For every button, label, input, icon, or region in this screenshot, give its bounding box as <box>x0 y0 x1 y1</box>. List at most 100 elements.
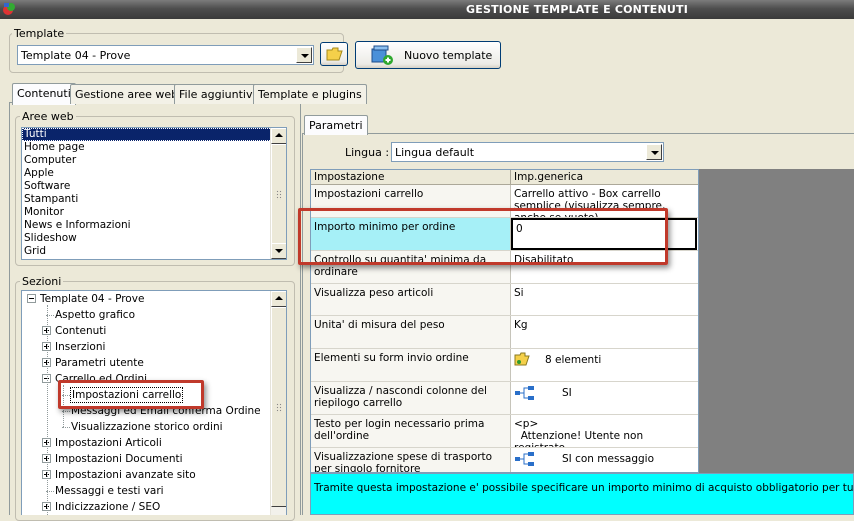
lingua-select[interactable]: Lingua default <box>391 142 664 162</box>
grid-row[interactable]: Visualizzazione spese di trasporto per s… <box>311 448 698 472</box>
list-item[interactable]: News e Informazioni <box>22 219 286 232</box>
grid-cell-value[interactable]: <p> Attenzione! Utente non registrato. <box>511 415 697 447</box>
tab-label: Parametri <box>309 119 363 132</box>
app-icon <box>3 3 15 15</box>
list-item[interactable]: Home page <box>22 141 286 154</box>
tree-item[interactable]: Impostazioni avanzate sito <box>22 467 270 483</box>
tree-item[interactable]: Template 04 - Prove <box>22 291 270 307</box>
window-title: GESTIONE TEMPLATE E CONTENUTI <box>466 3 689 16</box>
tree-guide <box>47 305 48 515</box>
lingua-select-value: Lingua default <box>395 146 475 159</box>
description-panel: Tramite questa impostazione e' possibile… <box>310 473 854 515</box>
tab-label: File aggiuntivi <box>179 88 256 101</box>
grid-row[interactable]: Testo per login necessario prima dell'or… <box>311 415 698 448</box>
tree-item[interactable]: Parametri utente <box>22 355 270 371</box>
lingua-label: Lingua : <box>345 146 390 159</box>
tree-item-label: Template 04 - Prove <box>40 293 145 305</box>
scroll-thumb[interactable] <box>271 307 286 507</box>
tab-gestione-aree-web[interactable]: Gestione aree web <box>70 84 184 104</box>
tree-item[interactable]: Inserzioni <box>22 339 270 355</box>
grid-cell-value-text: 8 elementi <box>545 354 602 366</box>
title-bar: GESTIONE TEMPLATE E CONTENUTI <box>0 0 854 19</box>
grid-empty-area <box>699 169 854 473</box>
grid-row[interactable]: Visualizza / nascondi colonne del riepil… <box>311 382 698 415</box>
grid-cell-setting: Visualizzazione spese di trasporto per s… <box>311 448 511 472</box>
tree-item-label: Parametri utente <box>55 357 144 369</box>
chevron-down-icon[interactable] <box>646 144 662 160</box>
tab-file-aggiuntivi[interactable]: File aggiuntivi <box>174 84 261 104</box>
list-item[interactable]: Stampanti <box>22 193 286 206</box>
tree-structure-icon[interactable] <box>514 451 538 470</box>
grid-cell-value-text: SI con messaggio <box>562 453 655 465</box>
grid-cell-value[interactable]: SI <box>511 382 697 414</box>
tree-connector <box>62 427 70 428</box>
template-select[interactable]: Template 04 - Prove <box>17 45 314 65</box>
tree-item[interactable]: Impostazioni Documenti <box>22 451 270 467</box>
tab-parametri[interactable]: Parametri <box>304 115 368 135</box>
grid-row[interactable]: Visualizza peso articoli Si <box>311 284 698 316</box>
sezioni-legend: Sezioni <box>20 275 64 288</box>
grid-header-impostazione[interactable]: Impostazione <box>311 170 511 185</box>
grid-cell-value[interactable]: SI con messaggio <box>511 448 697 472</box>
folder-icon[interactable] <box>514 352 530 370</box>
tree-structure-icon[interactable] <box>514 385 538 404</box>
new-template-label: Nuovo template <box>404 49 493 62</box>
grid-cell-value-text: SI <box>562 387 572 399</box>
scroll-down-button[interactable] <box>271 243 286 259</box>
tree-item-label: Impostazioni avanzate sito <box>55 469 196 481</box>
template-select-value: Template 04 - Prove <box>21 49 131 62</box>
aree-web-list[interactable]: Tutti Home page Computer Apple Software Stamp… <box>21 127 287 260</box>
aree-web-legend: Aree web <box>20 110 76 123</box>
list-item[interactable]: Monitor <box>22 206 286 219</box>
tree-item[interactable]: Impostazioni Articoli <box>22 435 270 451</box>
grid-cell-value[interactable]: 8 elementi <box>511 349 697 381</box>
grid-row[interactable]: Unita' di misura del peso Kg <box>311 316 698 349</box>
template-legend: Template <box>12 27 67 40</box>
scroll-thumb[interactable] <box>271 144 286 245</box>
collapse-minus-icon[interactable] <box>27 294 36 303</box>
grip-icon <box>276 403 282 413</box>
list-item[interactable]: Software <box>22 180 286 193</box>
open-folder-button[interactable] <box>320 42 348 66</box>
tab-label: Gestione aree web <box>75 88 179 101</box>
list-item[interactable]: Grid <box>22 245 286 258</box>
grid-row[interactable]: Elementi su form invio ordine 8 elementi <box>311 349 698 382</box>
tab-label: Contenuti <box>17 87 71 100</box>
tree-item-label: Inserzioni <box>55 341 106 353</box>
grid-cell-value-text: Kg <box>514 319 528 331</box>
grid-cell-setting: Unita' di misura del peso <box>311 316 511 348</box>
tree-item[interactable]: Contenuti <box>22 323 270 339</box>
highlight-impostazioni-carrello <box>58 380 204 409</box>
scroll-up-button[interactable] <box>271 128 286 144</box>
list-item[interactable]: Tutti <box>22 128 286 141</box>
aree-web-items: Tutti Home page Computer Apple Software Stamp… <box>22 128 286 258</box>
tree-item[interactable]: Visualizzazione storico ordini <box>22 419 270 435</box>
list-item[interactable]: Slideshow <box>22 232 286 245</box>
new-template-icon <box>371 45 393 65</box>
tree-item[interactable]: Messaggi e testi vari <box>22 483 270 499</box>
aree-web-scrollbar[interactable] <box>270 128 286 259</box>
tab-template-plugins[interactable]: Template e plugins <box>253 84 367 104</box>
chevron-down-icon[interactable] <box>296 47 312 63</box>
tree-item[interactable]: Indicizzazione / SEO <box>22 499 270 515</box>
grid-cell-value-text: Si <box>514 287 524 299</box>
tree-item-label: Aspetto grafico <box>55 309 136 321</box>
grid-cell-value[interactable]: Kg <box>511 316 697 348</box>
tree-item-label: Messaggi e testi vari <box>55 485 164 497</box>
tree-item[interactable]: Aspetto grafico <box>22 307 270 323</box>
grid-header-imp-generica[interactable]: Imp.generica <box>511 170 698 185</box>
grid-cell-setting: Testo per login necessario prima dell'or… <box>311 415 511 447</box>
list-item[interactable]: Apple <box>22 167 286 180</box>
sezioni-scrollbar[interactable] <box>270 291 286 515</box>
grip-icon <box>276 190 282 200</box>
tree-item-label: Impostazioni Articoli <box>55 437 162 449</box>
grid-cell-value[interactable]: Si <box>511 284 697 315</box>
grid-cell-setting: Elementi su form invio ordine <box>311 349 511 381</box>
new-template-button[interactable]: Nuovo template <box>355 41 501 69</box>
tab-contenuti[interactable]: Contenuti <box>12 83 76 105</box>
scroll-up-button[interactable] <box>271 291 286 307</box>
list-item[interactable]: Computer <box>22 154 286 167</box>
tree-item-label: Contenuti <box>55 325 107 337</box>
grid-cell-setting: Visualizza / nascondi colonne del riepil… <box>311 382 511 414</box>
tree-item-label: Impostazioni Documenti <box>55 453 183 465</box>
